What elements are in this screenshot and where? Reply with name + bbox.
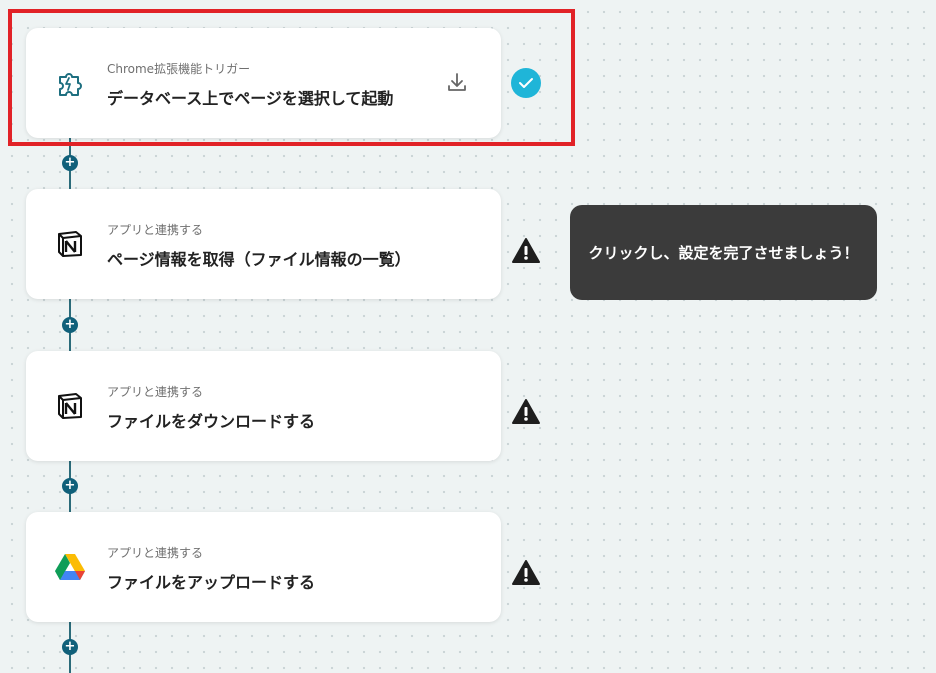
check-icon — [511, 68, 541, 98]
step-subtitle: アプリと連携する — [107, 546, 204, 560]
chrome-extension-puzzle-icon — [52, 65, 88, 101]
flow-canvas: + + + + Chrome拡張機能トリガー データベース上でページを選択して起… — [0, 0, 936, 673]
warning-icon — [511, 558, 541, 588]
step-subtitle: アプリと連携する — [107, 223, 204, 237]
google-drive-icon — [52, 549, 88, 585]
notion-icon — [52, 226, 88, 262]
add-step-button[interactable]: + — [62, 478, 78, 494]
step-title: データベース上でページを選択して起動 — [107, 89, 394, 108]
setup-tooltip: クリックし、設定を完了させましょう！ — [570, 205, 877, 300]
step-subtitle: Chrome拡張機能トリガー — [107, 62, 251, 76]
step-title: ファイルをダウンロードする — [107, 412, 316, 431]
notion-icon — [52, 388, 88, 424]
download-icon[interactable] — [445, 71, 469, 95]
step-card-chrome-trigger[interactable]: Chrome拡張機能トリガー データベース上でページを選択して起動 — [26, 28, 501, 138]
step-subtitle: アプリと連携する — [107, 385, 204, 399]
step-card-notion-download[interactable]: アプリと連携する ファイルをダウンロードする — [26, 351, 501, 461]
warning-icon — [511, 236, 541, 266]
add-step-button[interactable]: + — [62, 639, 78, 655]
step-title: ファイルをアップロードする — [107, 573, 316, 592]
step-title: ページ情報を取得（ファイル情報の一覧） — [107, 250, 411, 269]
step-card-google-drive-upload[interactable]: アプリと連携する ファイルをアップロードする — [26, 512, 501, 622]
add-step-button[interactable]: + — [62, 155, 78, 171]
step-card-notion-get-page[interactable]: アプリと連携する ページ情報を取得（ファイル情報の一覧） — [26, 189, 501, 299]
add-step-button[interactable]: + — [62, 317, 78, 333]
warning-icon — [511, 397, 541, 427]
